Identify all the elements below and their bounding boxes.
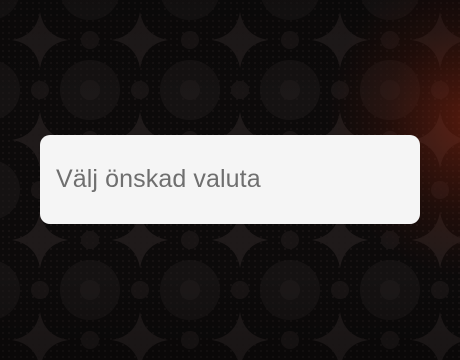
currency-select-placeholder: Välj önskad valuta <box>56 165 261 193</box>
currency-select[interactable]: Välj önskad valuta <box>40 135 420 224</box>
